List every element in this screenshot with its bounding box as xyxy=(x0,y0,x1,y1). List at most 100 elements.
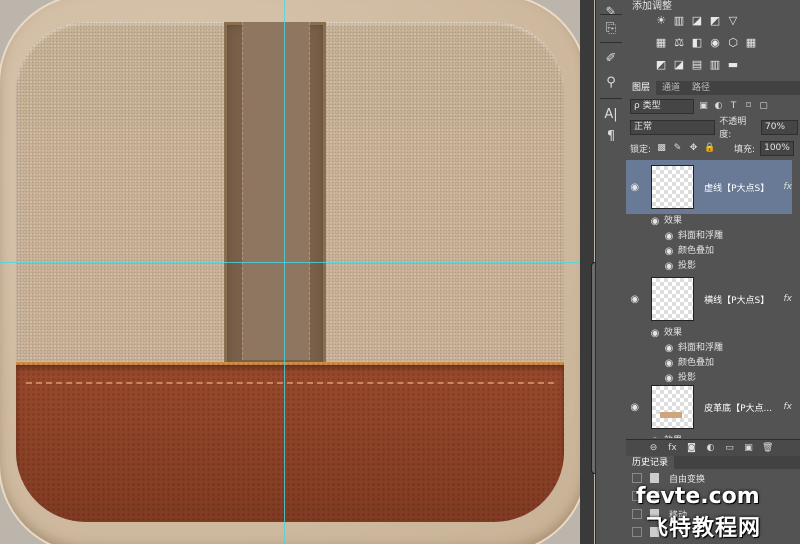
filter-pixel-icon[interactable]: ▣ xyxy=(698,101,709,112)
filter-kind-dropdown[interactable]: ρ 类型 xyxy=(630,98,694,114)
gradient-map-icon[interactable]: ▬ xyxy=(726,58,740,72)
visibility-eye-icon[interactable]: ◉ xyxy=(660,356,678,371)
hue-saturation-icon[interactable]: ▦ xyxy=(654,36,668,50)
blend-mode-dropdown[interactable]: 正常 xyxy=(630,119,716,135)
layer-name[interactable]: 虚线【P大点S】 xyxy=(704,181,783,194)
fill-label: 填充: xyxy=(734,144,756,155)
leather-stitch xyxy=(26,382,554,384)
effects-row[interactable]: ◉效果 xyxy=(626,326,792,341)
effects-row[interactable]: ◉效果 xyxy=(626,434,792,438)
layer-item[interactable]: ◉ 皮革底【P大点... fx ◉效果 xyxy=(626,380,792,438)
levels-icon[interactable]: ▥ xyxy=(672,14,686,28)
adjustment-icons-row-3: ◩ ◪ ▤ ▥ ▬ xyxy=(654,58,740,72)
visibility-eye-icon[interactable]: ◉ xyxy=(660,229,678,244)
color-balance-icon[interactable]: ⚖ xyxy=(672,36,686,50)
visibility-eye-icon[interactable]: ◉ xyxy=(660,341,678,356)
lock-transparency-icon[interactable]: ▩ xyxy=(656,143,667,154)
tab-paths[interactable]: 路径 xyxy=(686,81,716,95)
fill-input[interactable]: 100% xyxy=(760,140,795,156)
effects-row[interactable]: ◉效果 xyxy=(626,214,792,229)
color-lookup-icon[interactable]: ▦ xyxy=(744,36,758,50)
selective-color-icon[interactable]: ▥ xyxy=(708,58,722,72)
filter-adjust-icon[interactable]: ◐ xyxy=(713,101,724,112)
clone-source-icon[interactable]: ⎘ xyxy=(600,18,622,40)
filter-type-icon[interactable]: T xyxy=(728,101,739,112)
layer-fx-icon[interactable]: fx xyxy=(784,402,793,412)
watermark-domain: fevte.com xyxy=(636,484,760,509)
exposure-icon[interactable]: ◩ xyxy=(708,14,722,28)
new-layer-icon[interactable]: ▣ xyxy=(743,443,754,454)
leather-band xyxy=(16,362,564,522)
add-style-icon[interactable]: fx xyxy=(667,443,678,454)
vertical-guide-line[interactable] xyxy=(284,0,285,544)
visibility-eye-icon[interactable]: ◉ xyxy=(626,402,643,413)
toolstrip-divider xyxy=(600,98,622,99)
toolstrip-divider xyxy=(600,42,622,43)
opacity-input[interactable]: 70% xyxy=(761,119,798,135)
add-mask-icon[interactable]: ◙ xyxy=(686,443,697,454)
visibility-eye-icon[interactable]: ◉ xyxy=(660,244,678,259)
layer-name[interactable]: 皮革底【P大点... xyxy=(704,401,783,414)
visibility-eye-icon[interactable]: ◉ xyxy=(626,182,643,193)
layer-thumbnail xyxy=(651,385,695,429)
paragraph-panel-icon[interactable]: ¶ xyxy=(600,126,622,148)
effect-row[interactable]: ◉ 斜面和浮雕 xyxy=(626,341,792,356)
layer-fx-icon[interactable]: fx xyxy=(784,294,793,304)
effect-row[interactable]: ◉ 颜色叠加 xyxy=(626,356,792,371)
tab-channels[interactable]: 通道 xyxy=(656,81,686,95)
posterize-icon[interactable]: ◪ xyxy=(672,58,686,72)
layers-panel-tabs: 图层 通道 路径 xyxy=(626,81,800,95)
layer-name[interactable]: 横线【P大点S】 xyxy=(704,293,783,306)
toolstrip-divider xyxy=(600,14,622,15)
brightness-contrast-icon[interactable]: ☀ xyxy=(654,14,668,28)
lock-position-icon[interactable]: ✥ xyxy=(688,143,699,154)
horizontal-guide-line[interactable] xyxy=(0,262,595,263)
document-canvas[interactable] xyxy=(0,0,595,544)
site-watermark: fevte.com 飞特教程网 xyxy=(628,484,800,544)
felt-surface xyxy=(16,22,564,522)
effect-row[interactable]: ◉ 颜色叠加 xyxy=(626,244,792,259)
link-layers-icon[interactable]: ⊖ xyxy=(648,443,659,454)
app-icon-artwork xyxy=(0,0,588,544)
layer-thumbnail xyxy=(651,165,695,209)
invert-icon[interactable]: ◩ xyxy=(654,58,668,72)
layer-item[interactable]: ◉ 虚线【P大点S】 fx ◉ 效果 ◉ 斜面和浮雕 ◉ 颜色叠加 ◉ 投影 xyxy=(626,160,792,274)
channel-mixer-icon[interactable]: ⬡ xyxy=(726,36,740,50)
strap-stitched-band xyxy=(242,22,310,360)
visibility-eye-icon[interactable]: ◉ xyxy=(646,326,664,341)
filter-smart-icon[interactable]: ▢ xyxy=(758,101,769,112)
delete-layer-icon[interactable]: 🗑 xyxy=(762,443,773,454)
history-panel-tabs: 历史记录 xyxy=(626,456,800,470)
black-white-icon[interactable]: ◧ xyxy=(690,36,704,50)
lock-label: 锁定: xyxy=(630,144,652,155)
threshold-icon[interactable]: ▤ xyxy=(690,58,704,72)
visibility-eye-icon[interactable]: ◉ xyxy=(626,294,643,305)
photo-filter-icon[interactable]: ◉ xyxy=(708,36,722,50)
adjustments-layers-panel: 添加调整 ☀ ▥ ◪ ◩ ▽ ▦ ⚖ ◧ ◉ ⬡ ▦ ◩ ◪ ▤ ▥ ▬ 图层 … xyxy=(626,0,800,544)
visibility-eye-icon[interactable]: ◉ xyxy=(646,434,664,438)
lock-all-icon[interactable]: 🔒 xyxy=(704,143,715,154)
brush-presets-icon[interactable]: ✐ xyxy=(600,48,622,70)
tab-history[interactable]: 历史记录 xyxy=(626,456,675,470)
brush-settings-icon[interactable]: ⚲ xyxy=(600,72,622,94)
layer-item[interactable]: ◉ 横线【P大点S】 fx ◉ 效果 ◉ 斜面和浮雕 ◉ 颜色叠加 ◉ 投影 xyxy=(626,272,792,386)
adjustment-icons-row-2: ▦ ⚖ ◧ ◉ ⬡ ▦ xyxy=(654,36,758,50)
filter-shape-icon[interactable]: ⌑ xyxy=(743,101,754,112)
adjustment-icons-row-1: ☀ ▥ ◪ ◩ ▽ xyxy=(654,14,740,28)
layer-fx-icon[interactable]: fx xyxy=(784,182,793,192)
history-source-checkbox[interactable] xyxy=(632,473,642,483)
history-step-icon xyxy=(650,473,659,483)
new-adjustment-icon[interactable]: ◐ xyxy=(705,443,716,454)
lock-pixels-icon[interactable]: ✎ xyxy=(672,143,683,154)
vibrance-icon[interactable]: ▽ xyxy=(726,14,740,28)
curves-icon[interactable]: ◪ xyxy=(690,14,704,28)
canvas-scrollbar[interactable] xyxy=(580,0,601,544)
layer-thumbnail xyxy=(651,277,695,321)
new-group-icon[interactable]: ▭ xyxy=(724,443,735,454)
effect-row[interactable]: ◉ 斜面和浮雕 xyxy=(626,229,792,244)
character-panel-icon[interactable]: A| xyxy=(600,104,622,126)
tab-layers[interactable]: 图层 xyxy=(626,81,657,95)
layers-list[interactable]: ◉ 虚线【P大点S】 fx ◉ 效果 ◉ 斜面和浮雕 ◉ 颜色叠加 ◉ 投影 ◉ 横线【… xyxy=(626,158,792,438)
visibility-eye-icon[interactable]: ◉ xyxy=(646,214,664,229)
vertical-strap xyxy=(224,22,326,372)
